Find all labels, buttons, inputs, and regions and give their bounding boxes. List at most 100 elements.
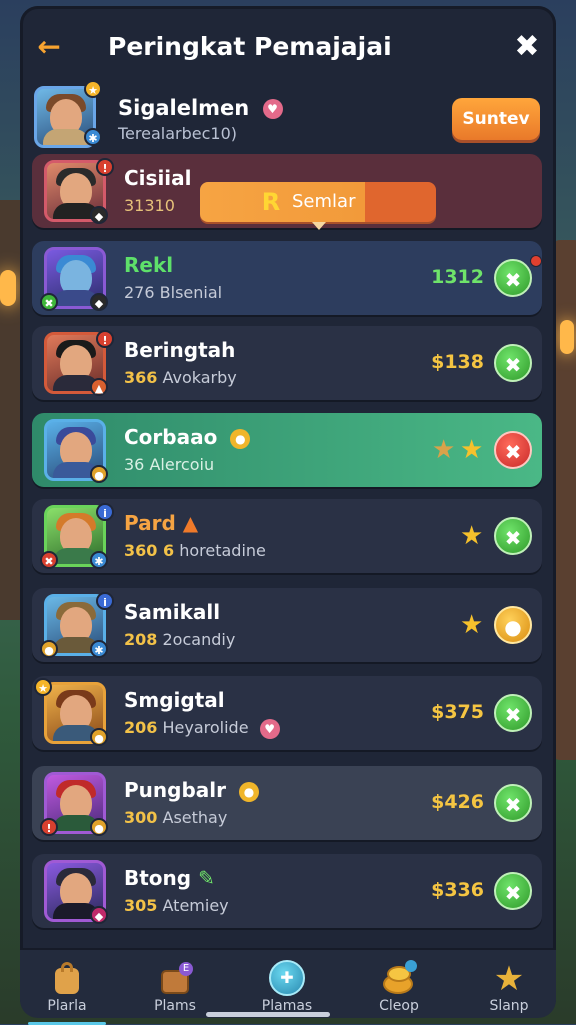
star-icon: ★ [460,610,484,640]
tab-slanp[interactable]: ★ Slanp [464,958,554,1016]
flame-icon: ▲ [182,511,199,535]
row-subtitle: 305 Atemiey [124,896,229,915]
star-icon: ★ [432,435,456,465]
tab-plams[interactable]: E Plams [130,958,220,1016]
tab-cleop[interactable]: Cleop [354,958,444,1016]
leaderboard-row[interactable]: i ● ✱ Samikall 208 2ocandiy ★ ● [32,588,542,662]
coin-badge-icon: ● [90,818,108,836]
tab-label: Cleop [379,998,419,1014]
alert-badge-icon: ! [40,818,58,836]
coin-icon: ● [238,781,259,802]
tooltip-label: Semlar [292,191,356,212]
row-subtitle: 300 Asethay [124,808,228,827]
tab-label: Slanp [489,998,529,1014]
row-name: Cisiial [124,166,192,190]
crown-badge-icon: ★ [34,678,52,696]
row-score: $336 [431,879,484,901]
row-name: Pard ▲ [124,511,199,535]
leaderboard-row[interactable]: ! ● Pungbalr ● 300 Asethay $426 ✖ [32,766,542,840]
close-icon[interactable]: ✖ [512,32,542,62]
check-button[interactable]: ✖ [494,259,532,297]
player-name-text: Sigalelmen [118,96,250,120]
row-score: $138 [431,351,484,373]
bag-icon [49,962,85,996]
star-icon: ★ [460,435,484,465]
background-lamp-right [560,320,574,354]
rank-letter-icon: R [261,188,281,216]
leaderboard-row[interactable]: ✖ ◆ Rekl 276 Blsenial 1312 ✖ [32,241,542,315]
row-name: Smgigtal [124,688,225,712]
player-name: Sigalelmen ♥ [118,96,283,120]
coin-badge-icon: ● [40,640,58,658]
coin-badge-icon: ● [90,728,108,746]
leaderboard-panel: ← Peringkat Pemajajai ✖ ★ ✱ Sigalelmen ♥… [20,6,556,1025]
gear-badge-icon: ✱ [84,128,102,146]
leaderboard-row[interactable]: ! ▲ Beringtah 366 Avokarby $138 ✖ [32,326,542,400]
row-score: $375 [431,701,484,723]
coin-icon: ● [230,428,251,449]
home-indicator[interactable] [206,1012,330,1017]
fire-badge-icon: ▲ [90,378,108,396]
coin-badge-icon: ● [90,465,108,483]
player-profile: ★ ✱ Sigalelmen ♥ Terealarbec10) Suntev [20,80,556,152]
gear-badge-icon: ✱ [90,640,108,658]
row-subtitle: 276 Blsenial [124,283,223,302]
shield-badge-icon: ◆ [90,293,108,311]
row-name: Corbaao ● [124,425,251,449]
check-button[interactable]: ✖ [494,517,532,555]
row-subtitle: 36 Alercoiu [124,455,215,474]
row-subtitle: 360 6 horetadine [124,541,266,560]
shield-badge-icon: ◆ [90,206,108,224]
sword-badge-icon: ✖ [40,551,58,569]
info-badge-icon: i [96,503,114,521]
bottom-tab-bar: Plarla E Plams ✚ Plamas Cleop ★ Slanp [20,948,556,1025]
page-title: Peringkat Pemajajai [108,32,392,61]
leaderboard-row[interactable]: i ✖ ✱ Pard ▲ 360 6 horetadine ★ ✖ [32,499,542,573]
row-name: Pungbalr ● [124,778,259,802]
tab-plamas[interactable]: ✚ Plamas [242,958,332,1016]
notification-dot-icon [530,255,542,267]
star-icon: ★ [460,521,484,551]
check-button[interactable]: ✖ [494,784,532,822]
tab-label: Plarla [47,998,87,1014]
header: ← Peringkat Pemajajai ✖ [20,6,556,82]
leaderboard-row[interactable]: ★ ● Smgigtal 206 Heyarolide ♥ $375 ✖ [32,676,542,750]
gear-badge-icon: ✱ [90,551,108,569]
profile-action-button[interactable]: Suntev [452,98,540,140]
check-button[interactable]: ✖ [494,344,532,382]
row-name: Beringtah [124,338,236,362]
heart-icon: ♥ [262,99,283,119]
row-name: Rekl [124,253,174,277]
check-button[interactable]: ✖ [494,694,532,732]
controller-icon: ✚ [269,960,305,996]
back-arrow-icon[interactable]: ← [34,32,64,62]
alert-badge-icon: ! [96,158,114,176]
player-subtitle: Terealarbec10) [118,124,237,143]
row-subtitle: 208 2ocandiy [124,630,236,649]
row-name: Btong ✎ [124,866,215,890]
coin-button[interactable]: ● [494,606,532,644]
background-lamp-left [0,270,16,306]
info-badge-icon: i [96,592,114,610]
row-subtitle: 366 Avokarby [124,368,237,387]
check-button[interactable]: ✖ [494,872,532,910]
row-subtitle: 31310 [124,196,175,215]
leaderboard-row[interactable]: ◆ Btong ✎ 305 Atemiey $336 ✖ [32,854,542,928]
row-subtitle: 206 Heyarolide ♥ [124,718,280,739]
tooltip-popup[interactable]: R Semlar [200,182,436,230]
chest-icon: E [157,962,193,996]
row-score: 1312 [431,266,484,288]
tab-plarla[interactable]: Plarla [22,958,112,1025]
coins-icon [381,960,417,996]
leaf-badge-icon: ✖ [40,293,58,311]
leaderboard-row[interactable]: ● Corbaao ● 36 Alercoiu ★ ★ ✖ [32,413,542,487]
row-name: Samikall [124,600,221,624]
leaf-icon: ✎ [198,866,215,890]
alert-badge-icon: ! [96,330,114,348]
crown-badge-icon: ★ [84,80,102,98]
leaderboard-row[interactable]: ! ◆ Cisiial 31310 R Semlar [32,154,542,230]
heart-icon: ♥ [259,718,280,739]
gem-badge-icon: ◆ [90,906,108,924]
decline-button[interactable]: ✖ [494,431,532,469]
tooltip-arrow [312,222,326,230]
